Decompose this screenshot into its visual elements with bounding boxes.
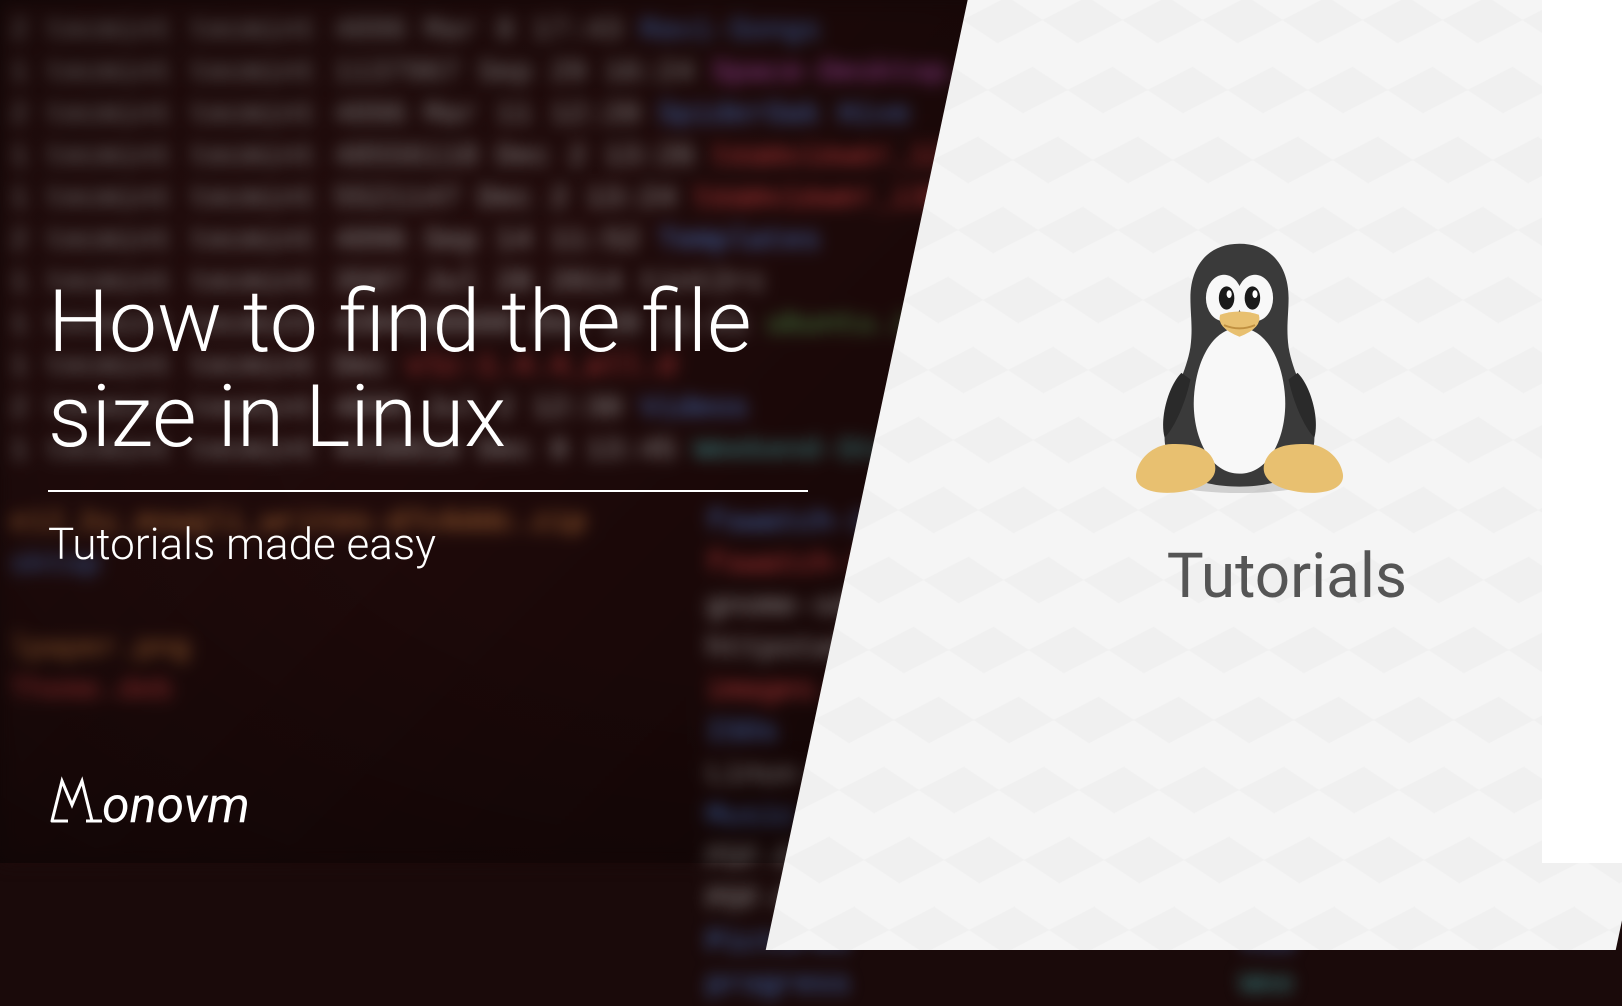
page-subtitle: Tutorials made easy [48,518,436,570]
tutorials-label: Tutorials [1167,540,1407,613]
page-title: How to find the file size in Linux [48,275,848,464]
title-divider [48,490,808,492]
logo-text: onovm [102,777,250,835]
right-frame [1542,0,1622,863]
logo-m-icon [48,773,110,838]
linux-tux-icon [1107,205,1372,515]
monovm-logo: onovm [48,773,250,838]
